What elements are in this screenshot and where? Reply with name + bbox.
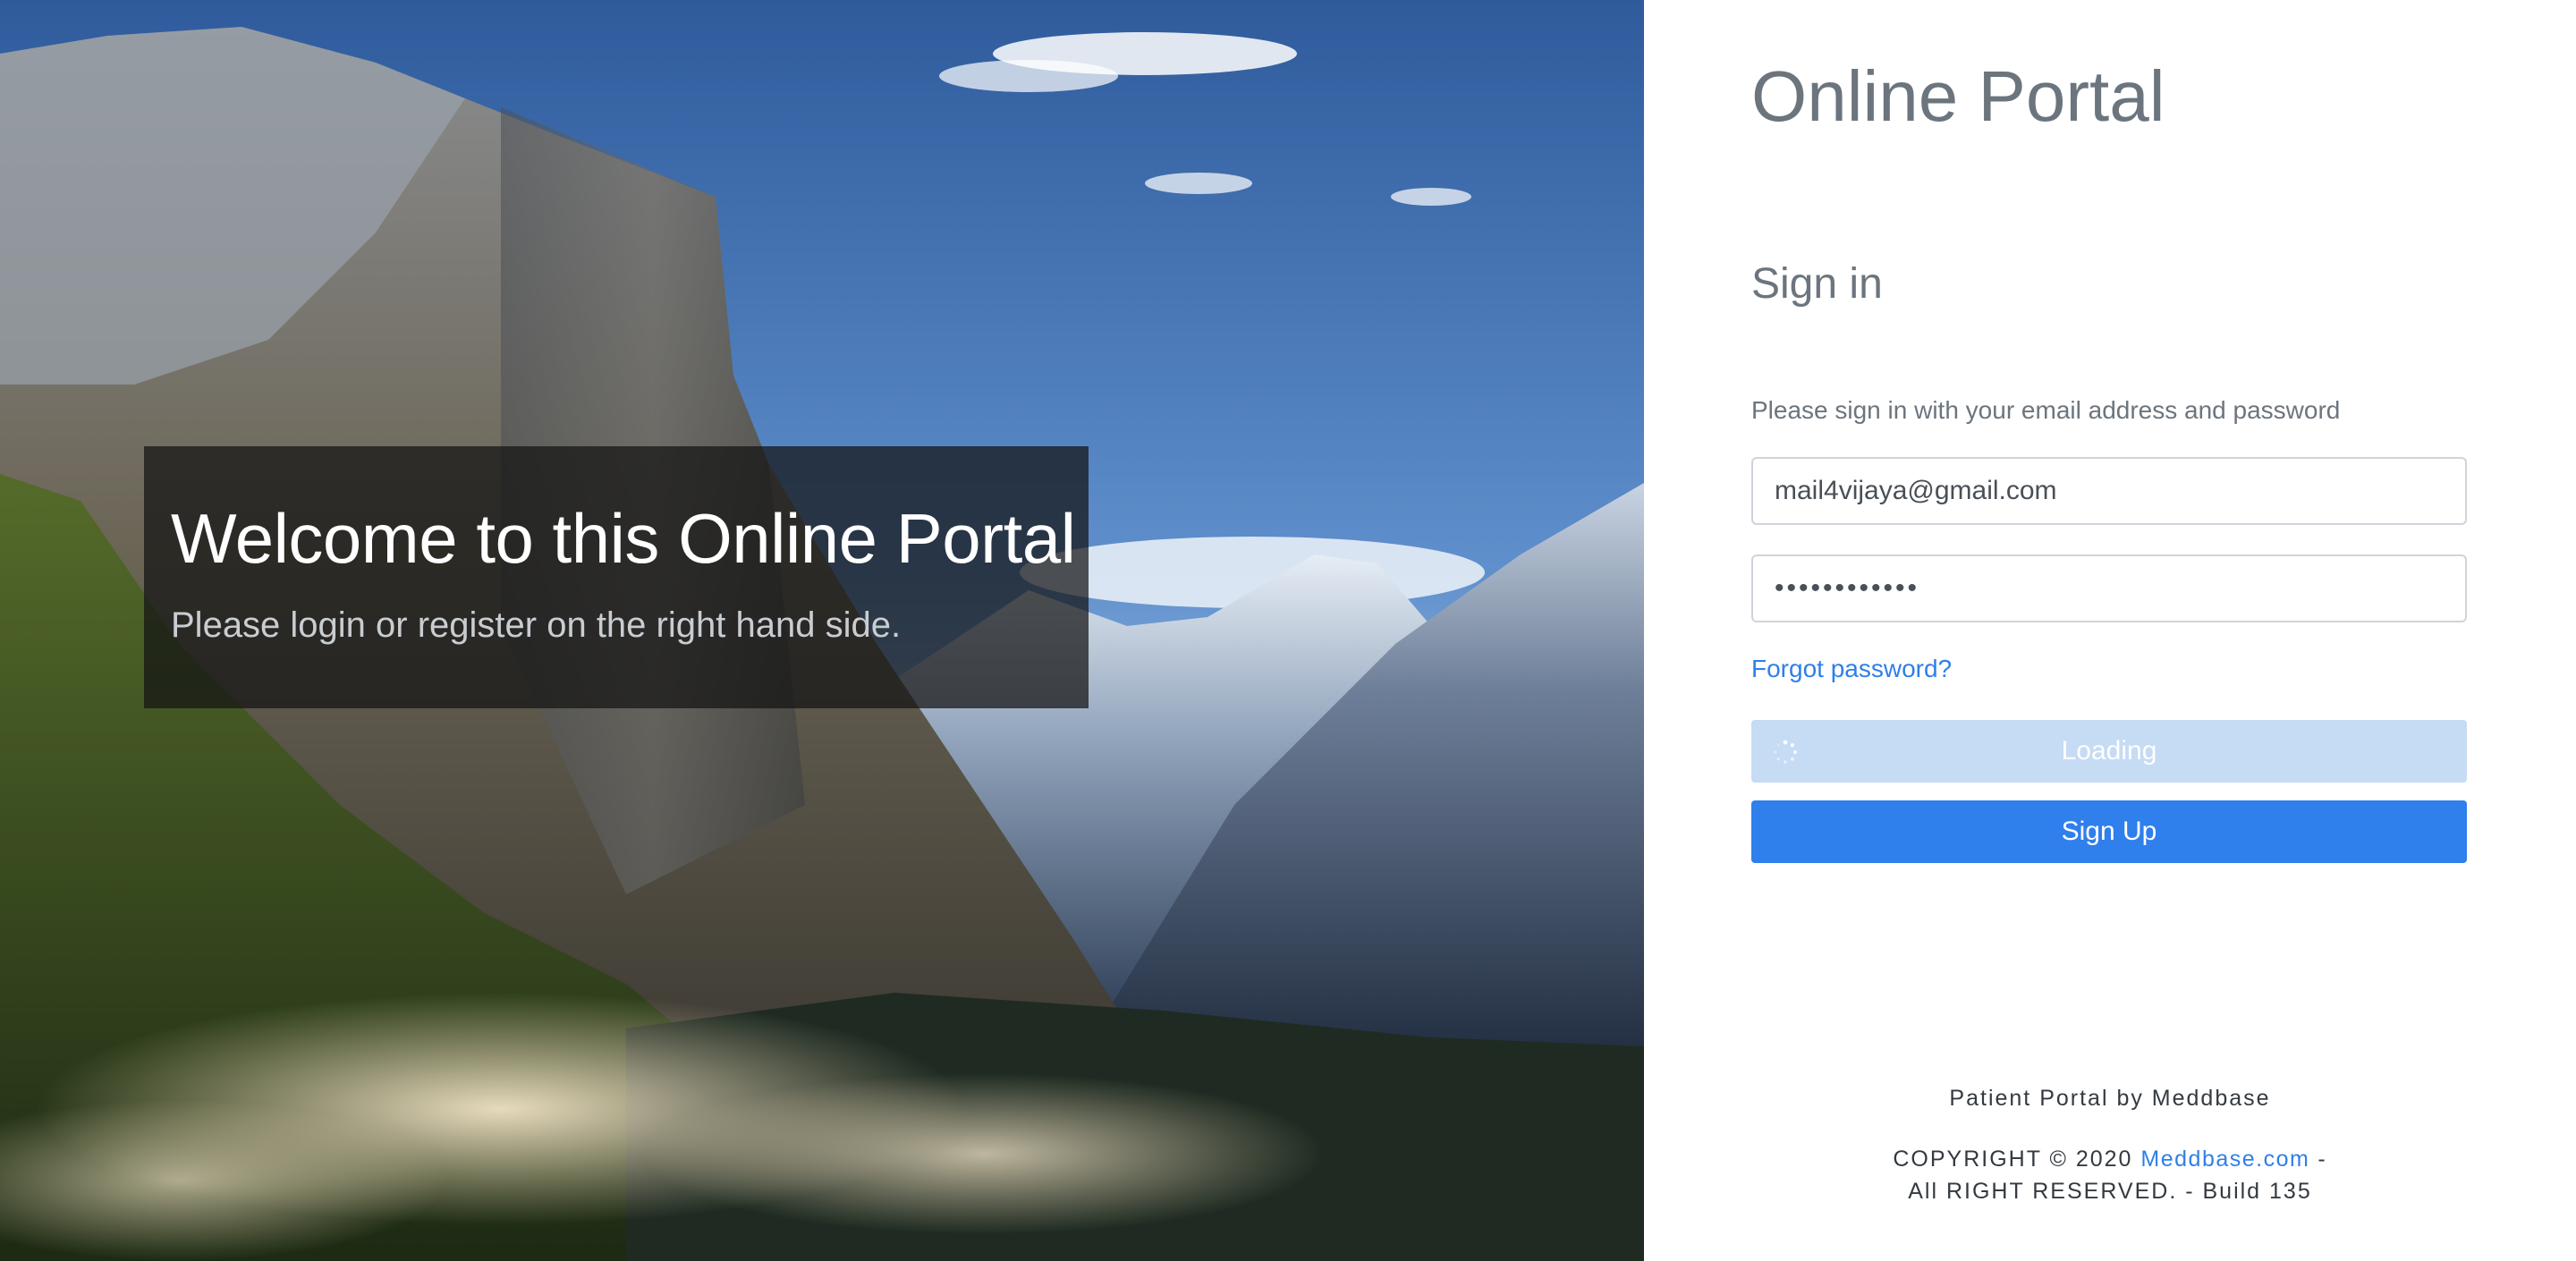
footer: Patient Portal by Meddbase COPYRIGHT © 2… [1644, 1082, 2576, 1207]
copyright-dash: - [2318, 1147, 2327, 1172]
welcome-overlay: Welcome to this Online Portal Please log… [144, 446, 1089, 708]
spinner-icon [1774, 740, 1797, 764]
signin-loading-button[interactable]: Loading [1751, 720, 2467, 783]
portal-title: Online Portal [1751, 56, 2165, 136]
forgot-password-link[interactable]: Forgot password? [1751, 655, 1952, 683]
footer-copyright-line: COPYRIGHT © 2020 Meddbase.com - [1644, 1143, 2576, 1175]
copyright-text: COPYRIGHT © 2020 [1893, 1147, 2133, 1172]
signup-label: Sign Up [2061, 817, 2157, 846]
signin-heading: Sign in [1751, 260, 1883, 308]
welcome-title: Welcome to this Online Portal [171, 499, 1076, 578]
signup-button[interactable]: Sign Up [1751, 800, 2467, 863]
rights-text: All RIGHT RESERVED. - Build 135 [1908, 1179, 2312, 1204]
hero-background: Welcome to this Online Portal Please log… [0, 0, 1644, 1261]
footer-byline: Patient Portal by Meddbase [1949, 1086, 2271, 1111]
email-input[interactable] [1751, 457, 2467, 525]
signin-instructions: Please sign in with your email address a… [1751, 396, 2341, 424]
meddbase-link[interactable]: Meddbase.com [2140, 1147, 2309, 1172]
signin-panel: Online Portal Sign in Please sign in wit… [1644, 0, 2576, 1261]
welcome-subtitle: Please login or register on the right ha… [171, 605, 902, 645]
loading-label: Loading [2061, 736, 2157, 766]
password-input[interactable] [1751, 554, 2467, 622]
